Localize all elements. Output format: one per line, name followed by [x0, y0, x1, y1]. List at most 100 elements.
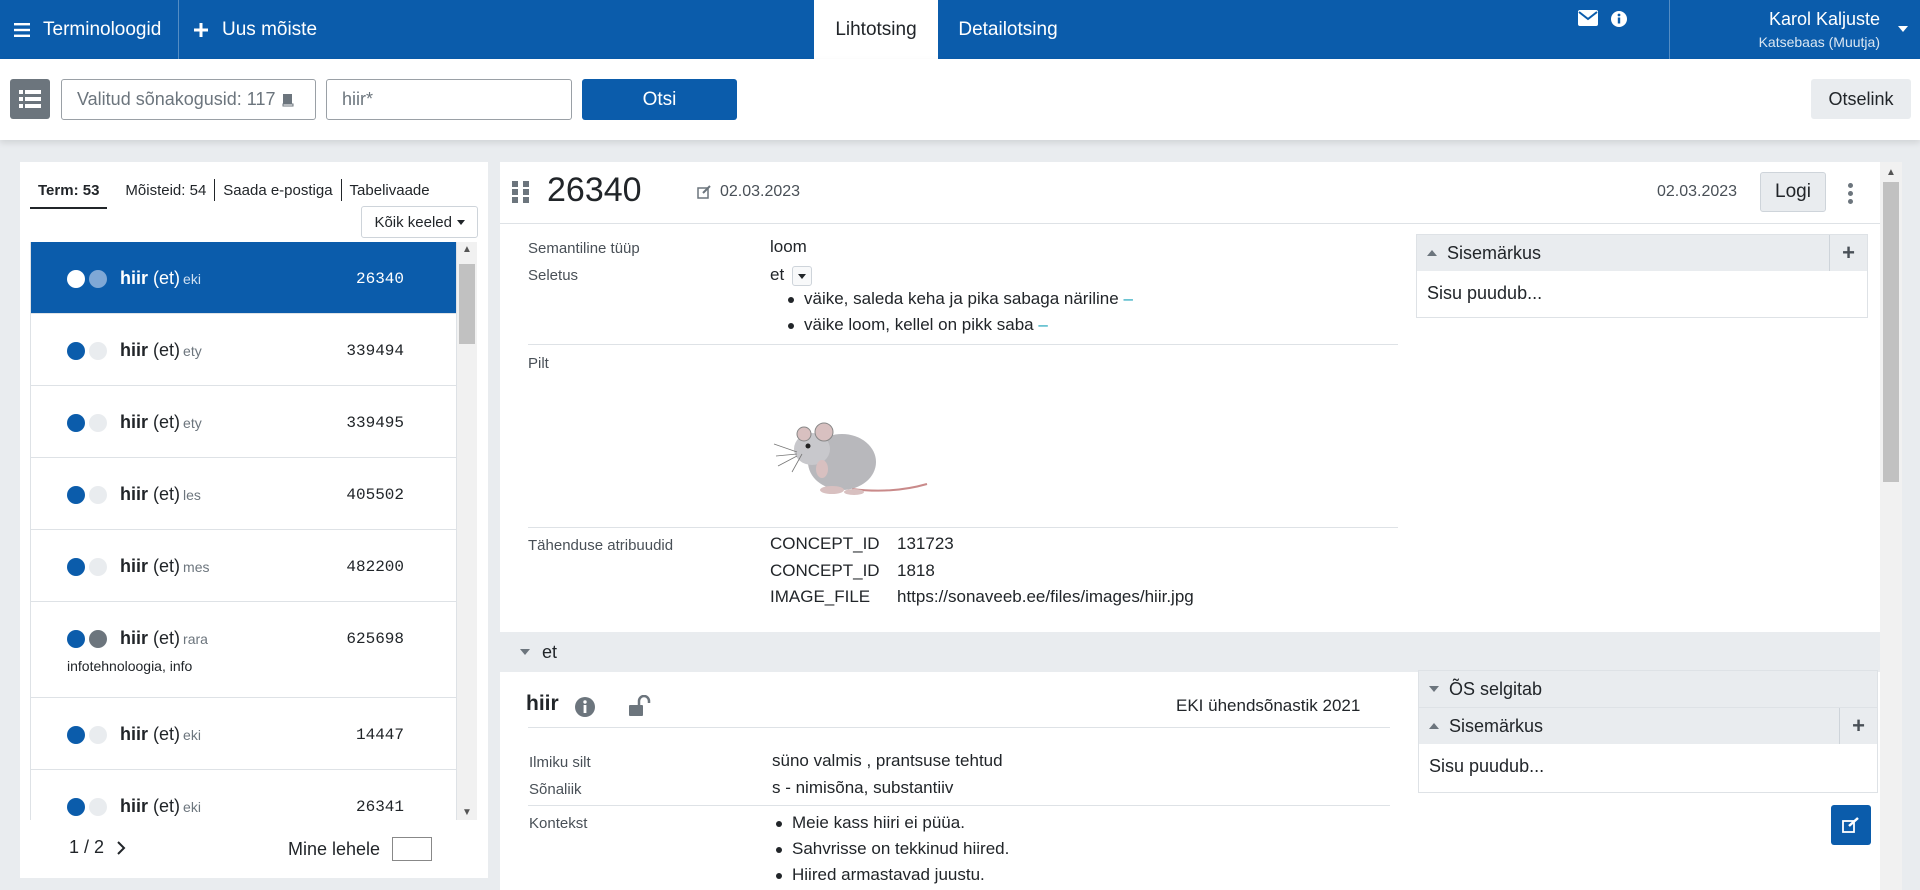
- word: hiir: [120, 796, 149, 816]
- tab-concepts[interactable]: Mõisteid: 54: [117, 182, 214, 199]
- word-source: rara: [183, 631, 208, 647]
- mouse-image[interactable]: [772, 414, 932, 499]
- status-dot: [67, 342, 85, 360]
- chevron-right-icon[interactable]: [116, 840, 126, 856]
- new-concept-button[interactable]: Uus mõiste: [194, 0, 317, 59]
- attribute-value: https://sonaveeb.ee/files/images/hiir.jp…: [897, 587, 1194, 606]
- internal-note-title: Sisemärkus: [1447, 242, 1542, 263]
- divider: [1669, 0, 1670, 59]
- concept-id: 625698: [346, 630, 404, 648]
- divider: [178, 0, 179, 59]
- word-label: hiir (et) mes: [120, 556, 209, 577]
- search-input[interactable]: hiir*: [326, 79, 572, 120]
- concept-id-title: 26340: [547, 171, 642, 209]
- list-item[interactable]: hiir (et) mes 482200: [31, 530, 456, 602]
- pos-label: Sõnaliik: [529, 781, 582, 798]
- status-dot: [89, 414, 107, 432]
- page-indicator: 1 / 2: [69, 837, 105, 857]
- pagination: 1 / 2: [69, 837, 126, 858]
- divider: [528, 527, 1398, 528]
- caret-down-icon[interactable]: [1898, 26, 1908, 32]
- more-options-icon[interactable]: [1848, 183, 1853, 204]
- word-label: hiir (et) les: [120, 484, 201, 505]
- detail-scrollbar[interactable]: ▲: [1880, 162, 1902, 890]
- definition-lang-dropdown[interactable]: [792, 265, 813, 286]
- app-name: Terminoloogid: [43, 18, 162, 40]
- scrollbar-thumb[interactable]: [1883, 182, 1899, 482]
- status-dot: [89, 630, 107, 648]
- register-label: Ilmiku silt: [529, 754, 591, 771]
- tab-simple-search[interactable]: Lihtotsing: [814, 0, 938, 59]
- user-menu[interactable]: Karol Kaljuste Katsebaas (Muutja): [1759, 9, 1880, 50]
- internal-note-header[interactable]: Sisemärkus +: [1417, 235, 1867, 271]
- drag-handle-icon[interactable]: [511, 180, 531, 204]
- add-note-button[interactable]: +: [1829, 235, 1867, 271]
- dataset-selector-label: Valitud sõnakogusid: 117: [77, 89, 276, 109]
- word-source: les: [183, 487, 201, 503]
- tab-detail-search[interactable]: Detailotsing: [938, 0, 1078, 59]
- status-dots: [67, 270, 107, 288]
- goto-page-label: Mine lehele: [288, 838, 381, 859]
- edit-date: 02.03.2023: [697, 183, 800, 201]
- definition-text: väike loom, kellel on pikk saba: [804, 315, 1034, 334]
- status-dot: [89, 558, 107, 576]
- register-value: süno valmis , prantsuse tehtud: [772, 751, 1003, 770]
- concept-header: 26340 02.03.2023 02.03.2023 Logi: [500, 162, 1880, 224]
- status-dot: [67, 798, 85, 816]
- attribute-key: CONCEPT_ID: [770, 561, 880, 580]
- send-email-link[interactable]: Saada e-postiga: [215, 182, 340, 199]
- caret-down-icon: [457, 219, 465, 225]
- concept-id: 14447: [355, 726, 404, 744]
- word-lang: (et): [153, 340, 181, 360]
- status-dot: [67, 486, 85, 504]
- lang-section-header[interactable]: et: [500, 632, 1880, 672]
- tab-terms[interactable]: Term: 53: [30, 182, 108, 209]
- list-item[interactable]: hiir (et) ety 339494: [31, 314, 456, 386]
- os-explains-title: ÕS selgitab: [1449, 678, 1543, 699]
- term-note-header[interactable]: Sisemärkus +: [1419, 708, 1877, 744]
- info-icon[interactable]: [574, 696, 596, 718]
- list-item[interactable]: hiir (et) les 405502: [31, 458, 456, 530]
- caret-down-icon: [1429, 686, 1439, 692]
- os-explains-header[interactable]: ÕS selgitab: [1419, 671, 1877, 707]
- caret-up-icon: [1427, 250, 1437, 256]
- menu-button[interactable]: Terminoloogid: [14, 0, 161, 59]
- list-toggle-button[interactable]: [10, 79, 50, 119]
- table-view-link[interactable]: Tabelivaade: [342, 182, 438, 199]
- list-item[interactable]: hiir (et) eki 14447: [31, 698, 456, 770]
- scroll-up-icon[interactable]: ▲: [462, 244, 472, 255]
- list-icon: [19, 90, 41, 108]
- pos-value: s - nimisõna, substantiiv: [772, 778, 954, 797]
- concept-id: 26341: [355, 798, 404, 816]
- results-scrollbar[interactable]: ▲ ▼: [457, 242, 477, 820]
- list-item[interactable]: hiir (et) ety 339495: [31, 386, 456, 458]
- status-dot: [89, 726, 107, 744]
- word-label: hiir (et) eki: [120, 796, 201, 817]
- log-button[interactable]: Logi: [1760, 172, 1826, 212]
- scroll-up-icon[interactable]: ▲: [1886, 167, 1896, 178]
- language-filter-dropdown[interactable]: Kõik keeled: [361, 206, 478, 238]
- permalink-button[interactable]: Otselink: [1811, 79, 1911, 119]
- unlock-icon[interactable]: [628, 695, 652, 717]
- edit-button[interactable]: [1831, 805, 1871, 845]
- search-button[interactable]: Otsi: [582, 79, 737, 120]
- word-source: eki: [183, 799, 201, 815]
- scroll-down-icon[interactable]: ▼: [462, 807, 472, 818]
- attributes-label: Tähenduse atribuudid: [528, 537, 674, 554]
- envelope-icon[interactable]: [1578, 10, 1598, 31]
- context-label: Kontekst: [529, 815, 588, 832]
- word: hiir: [120, 340, 149, 360]
- scrollbar-thumb[interactable]: [459, 264, 475, 344]
- edit-date-value: 02.03.2023: [720, 183, 801, 200]
- info-icon[interactable]: [1610, 10, 1628, 33]
- list-item[interactable]: hiir (et) eki 26340: [31, 242, 456, 314]
- word-lang: (et): [153, 628, 181, 648]
- caret-up-icon: [1429, 723, 1439, 729]
- dataset-selector[interactable]: Valitud sõnakogusid: 117: [61, 79, 316, 120]
- goto-page-input[interactable]: [392, 837, 433, 861]
- list-item[interactable]: hiir (et) eki 26341: [31, 770, 456, 820]
- list-item[interactable]: hiir (et) rara 625698 infotehnoloogia, in…: [31, 602, 456, 698]
- add-note-button[interactable]: +: [1839, 708, 1877, 744]
- user-name: Karol Kaljuste: [1768, 9, 1880, 29]
- goto-page: Mine lehele: [288, 837, 433, 861]
